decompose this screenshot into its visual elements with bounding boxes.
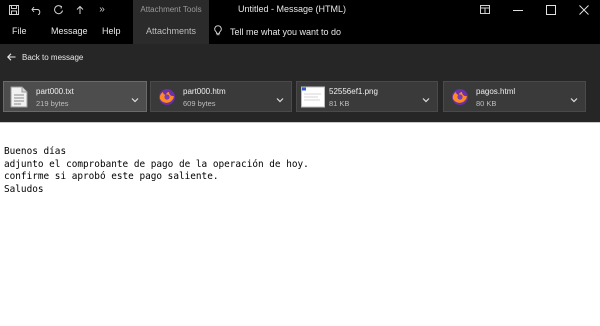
tell-me-label: Tell me what you want to do [230,26,342,37]
message-line: confirme si aprobó este pago saliente. [4,171,219,182]
attachment-name: part000.txt [36,87,74,96]
firefox-icon [157,86,177,108]
attachment-name: part000.htm [183,87,226,96]
minimize-icon[interactable] [501,0,534,19]
window-title: Untitled - Message (HTML) [238,4,347,14]
tab-help[interactable]: Help [102,19,121,44]
attachment-size: 80 KB [476,99,497,108]
message-line: Saludos [4,183,44,195]
save-icon[interactable] [3,0,25,19]
chevron-down-icon[interactable] [275,92,285,103]
attachments-bar: part000.txt 219 bytes part000.htm 609 by… [0,70,600,122]
attachment-size: 81 KB [329,99,350,108]
restore-layout-icon[interactable] [468,0,501,19]
back-to-message-button[interactable]: Back to message [7,44,83,70]
title-bar: » Attachment Tools Untitled - Message (H… [0,0,600,19]
chevron-down-icon[interactable] [130,92,140,103]
attachment-part000-txt[interactable]: part000.txt 219 bytes [3,81,147,112]
back-arrow-icon [7,53,16,61]
attachment-pagos-html[interactable]: pagos.html 80 KB [443,81,586,112]
attachment-size: 609 bytes [183,99,216,108]
attachment-size: 219 bytes [36,99,69,108]
tab-file[interactable]: File [12,19,27,44]
more-icon[interactable]: » [91,0,113,19]
window-controls [468,0,600,19]
text-file-icon [10,86,30,108]
attachment-52556ef1-png[interactable]: 52556ef1.png 81 KB [296,81,438,112]
quick-access-toolbar: » [0,0,113,19]
message-line: adjunto el comprobante de pago de la ope… [4,158,309,170]
attachment-name: 52556ef1.png [329,87,378,96]
maximize-icon[interactable] [534,0,567,19]
tell-me-search[interactable]: Tell me what you want to do [214,19,341,44]
context-tab-attachment-tools: Attachment Tools [133,0,209,19]
attachment-name: pagos.html [476,87,516,96]
message-line: Buenos días [4,146,67,157]
redo-icon[interactable] [47,0,69,19]
attachment-preview-pane[interactable]: Buenos días adjunto el comprobante de pag… [0,122,600,326]
close-icon[interactable] [567,0,600,19]
tab-attachments[interactable]: Attachments [133,19,209,44]
undo-icon[interactable] [25,0,47,19]
back-bar: Back to message [0,44,600,70]
back-label: Back to message [22,52,84,62]
image-thumbnail-icon [301,85,325,109]
ribbon-tabs: File Message Help Attachments Tell me wh… [0,19,600,44]
lightbulb-icon [214,25,222,38]
attachment-part000-htm[interactable]: part000.htm 609 bytes [150,81,292,112]
tab-message[interactable]: Message [51,19,88,44]
chevron-down-icon[interactable] [421,92,431,103]
firefox-icon [450,86,470,108]
message-text: Buenos días adjunto el comprobante de pag… [4,146,309,196]
up-icon[interactable] [69,0,91,19]
chevron-down-icon[interactable] [569,92,579,103]
